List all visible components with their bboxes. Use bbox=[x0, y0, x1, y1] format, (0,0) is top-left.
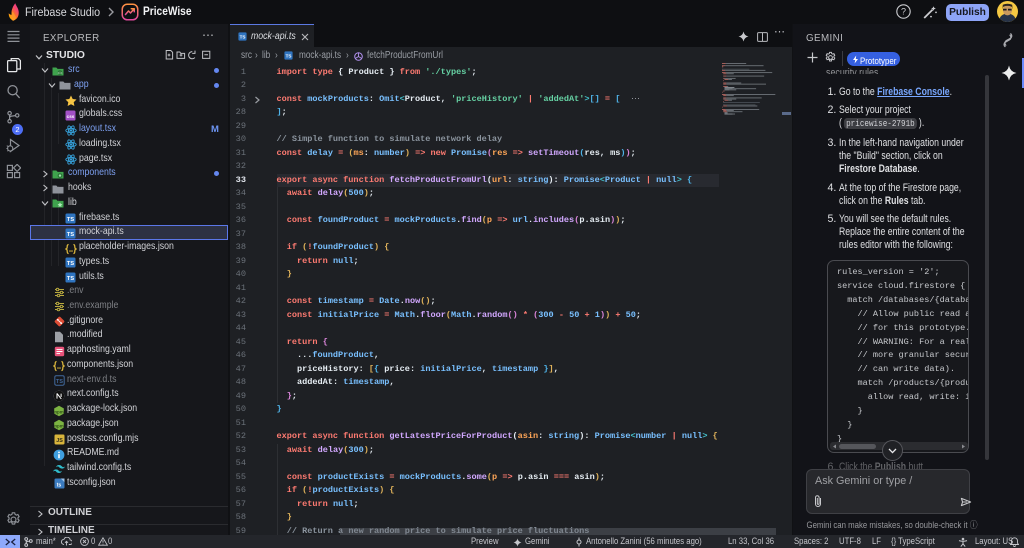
svg-text:?: ? bbox=[901, 7, 906, 17]
svg-text:npm: npm bbox=[54, 409, 63, 414]
svg-text:<>: <> bbox=[57, 71, 63, 76]
svg-text:TS: TS bbox=[67, 276, 74, 282]
svg-text:TS: TS bbox=[56, 379, 63, 385]
svg-text:css: css bbox=[67, 114, 75, 119]
svg-text:npm: npm bbox=[54, 424, 63, 429]
svg-text:TS: TS bbox=[285, 54, 291, 59]
svg-text:JS: JS bbox=[56, 438, 63, 444]
svg-text:ts: ts bbox=[56, 483, 61, 489]
svg-text:TS: TS bbox=[67, 217, 74, 223]
svg-text:TS: TS bbox=[67, 232, 74, 238]
svg-text:TS: TS bbox=[239, 35, 245, 40]
svg-text:TS: TS bbox=[67, 261, 74, 267]
